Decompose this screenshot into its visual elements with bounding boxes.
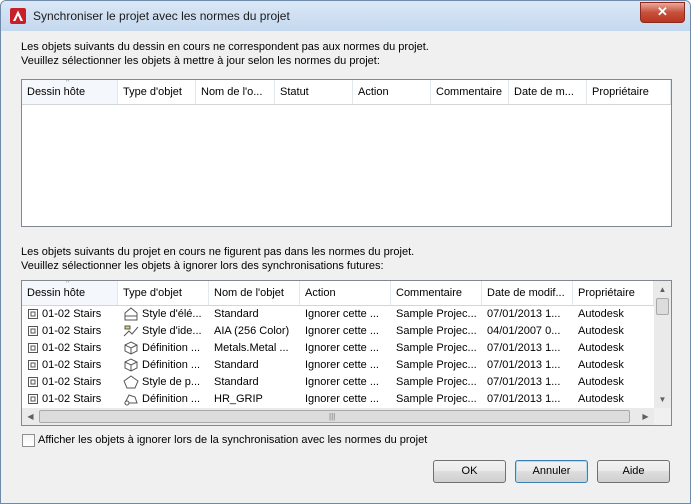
table-row[interactable]: 01-02 Stairs Style de p... Standard Igno…	[22, 374, 654, 391]
material-definition-icon	[124, 341, 138, 355]
show-ignored-label[interactable]: Afficher les objets à ignorer lors de la…	[38, 434, 427, 446]
table-row[interactable]: 01-02 Stairs Style d'ide... AIA (256 Col…	[22, 323, 654, 340]
title-bar: Synchroniser le projet avec les normes d…	[1, 1, 690, 31]
horizontal-scroll-thumb[interactable]: |||	[39, 410, 630, 423]
upper-intro-line1: Les objets suivants du dessin en cours n…	[21, 41, 429, 53]
upper-col-date[interactable]: Date de m...	[509, 80, 587, 104]
upper-col-comment[interactable]: Commentaire	[431, 80, 509, 104]
lower-col-owner[interactable]: Propriétaire	[573, 281, 654, 305]
lower-object-list[interactable]: ^ Dessin hôte Type d'objet Nom de l'obje…	[21, 280, 672, 426]
upper-col-status[interactable]: Statut	[275, 80, 353, 104]
table-row[interactable]: 01-02 Stairs Définition ... HR_GRIP Igno…	[22, 391, 654, 408]
drawing-file-icon	[28, 309, 38, 320]
scroll-right-icon[interactable]: ▶	[637, 408, 654, 425]
scroll-corner	[654, 408, 671, 425]
drawing-file-icon	[28, 343, 38, 354]
close-icon: ✕	[657, 4, 668, 19]
scroll-left-icon[interactable]: ◀	[22, 408, 39, 425]
lower-col-comment[interactable]: Commentaire	[391, 281, 482, 305]
lower-col-action[interactable]: Action	[300, 281, 391, 305]
sort-ascending-icon: ^	[66, 80, 70, 86]
close-button[interactable]: ✕	[640, 2, 685, 23]
lower-col-object-name[interactable]: Nom de l'objet	[209, 281, 300, 305]
sort-ascending-icon: ^	[66, 281, 70, 287]
lower-col-date[interactable]: Date de modif...	[482, 281, 573, 305]
drawing-file-icon	[28, 360, 38, 371]
lower-intro-line2: Veuillez sélectionner les objets à ignor…	[21, 260, 384, 272]
scroll-up-icon[interactable]: ▲	[654, 281, 671, 298]
upper-col-host-drawing[interactable]: ^ Dessin hôte	[22, 80, 118, 104]
vertical-scrollbar[interactable]: ▲ ▼	[654, 281, 671, 408]
drawing-file-icon	[28, 394, 38, 405]
drawing-file-icon	[28, 326, 38, 337]
upper-col-action[interactable]: Action	[353, 80, 431, 104]
ok-button[interactable]: OK	[433, 460, 506, 483]
table-row[interactable]: 01-02 Stairs Définition ... Metals.Metal…	[22, 340, 654, 357]
wall-style-icon	[124, 307, 138, 321]
lower-col-host-drawing[interactable]: ^ Dessin hôte	[22, 281, 118, 305]
lower-list-header: ^ Dessin hôte Type d'objet Nom de l'obje…	[22, 281, 654, 306]
drawing-file-icon	[28, 377, 38, 388]
scroll-grip-icon: |||	[329, 412, 336, 421]
vertical-scroll-thumb[interactable]	[656, 298, 669, 315]
grip-definition-icon	[124, 394, 138, 406]
window-title: Synchroniser le projet avec les normes d…	[33, 9, 290, 23]
upper-col-object-name[interactable]: Nom de l'o...	[196, 80, 275, 104]
upper-list-header: ^ Dessin hôte Type d'objet Nom de l'o...…	[22, 80, 671, 105]
table-row[interactable]: 01-02 Stairs Définition ... Standard Ign…	[22, 357, 654, 374]
dialog-body: Les objets suivants du dessin en cours n…	[9, 31, 682, 495]
upper-col-owner[interactable]: Propriétaire	[587, 80, 671, 104]
scroll-down-icon[interactable]: ▼	[654, 391, 671, 408]
sync-project-standards-dialog: Synchroniser le projet avec les normes d…	[0, 0, 691, 504]
lower-col-object-type[interactable]: Type d'objet	[118, 281, 209, 305]
cancel-button[interactable]: Annuler	[515, 460, 588, 483]
table-row[interactable]: 01-02 Stairs Style d'élé... Standard Ign…	[22, 306, 654, 323]
upper-object-list[interactable]: ^ Dessin hôte Type d'objet Nom de l'o...…	[21, 79, 672, 227]
help-button[interactable]: Aide	[597, 460, 670, 483]
upper-col-object-type[interactable]: Type d'objet	[118, 80, 196, 104]
upper-intro-line2: Veuillez sélectionner les objets à mettr…	[21, 55, 380, 67]
autocad-logo-icon	[10, 8, 26, 24]
horizontal-scrollbar[interactable]: ◀ ||| ▶	[22, 408, 654, 425]
show-ignored-checkbox[interactable]	[22, 434, 35, 447]
pentagon-style-icon	[123, 375, 139, 389]
lower-intro-line1: Les objets suivants du projet en cours n…	[21, 246, 415, 258]
material-definition-icon	[124, 358, 138, 372]
display-style-icon	[123, 325, 139, 337]
